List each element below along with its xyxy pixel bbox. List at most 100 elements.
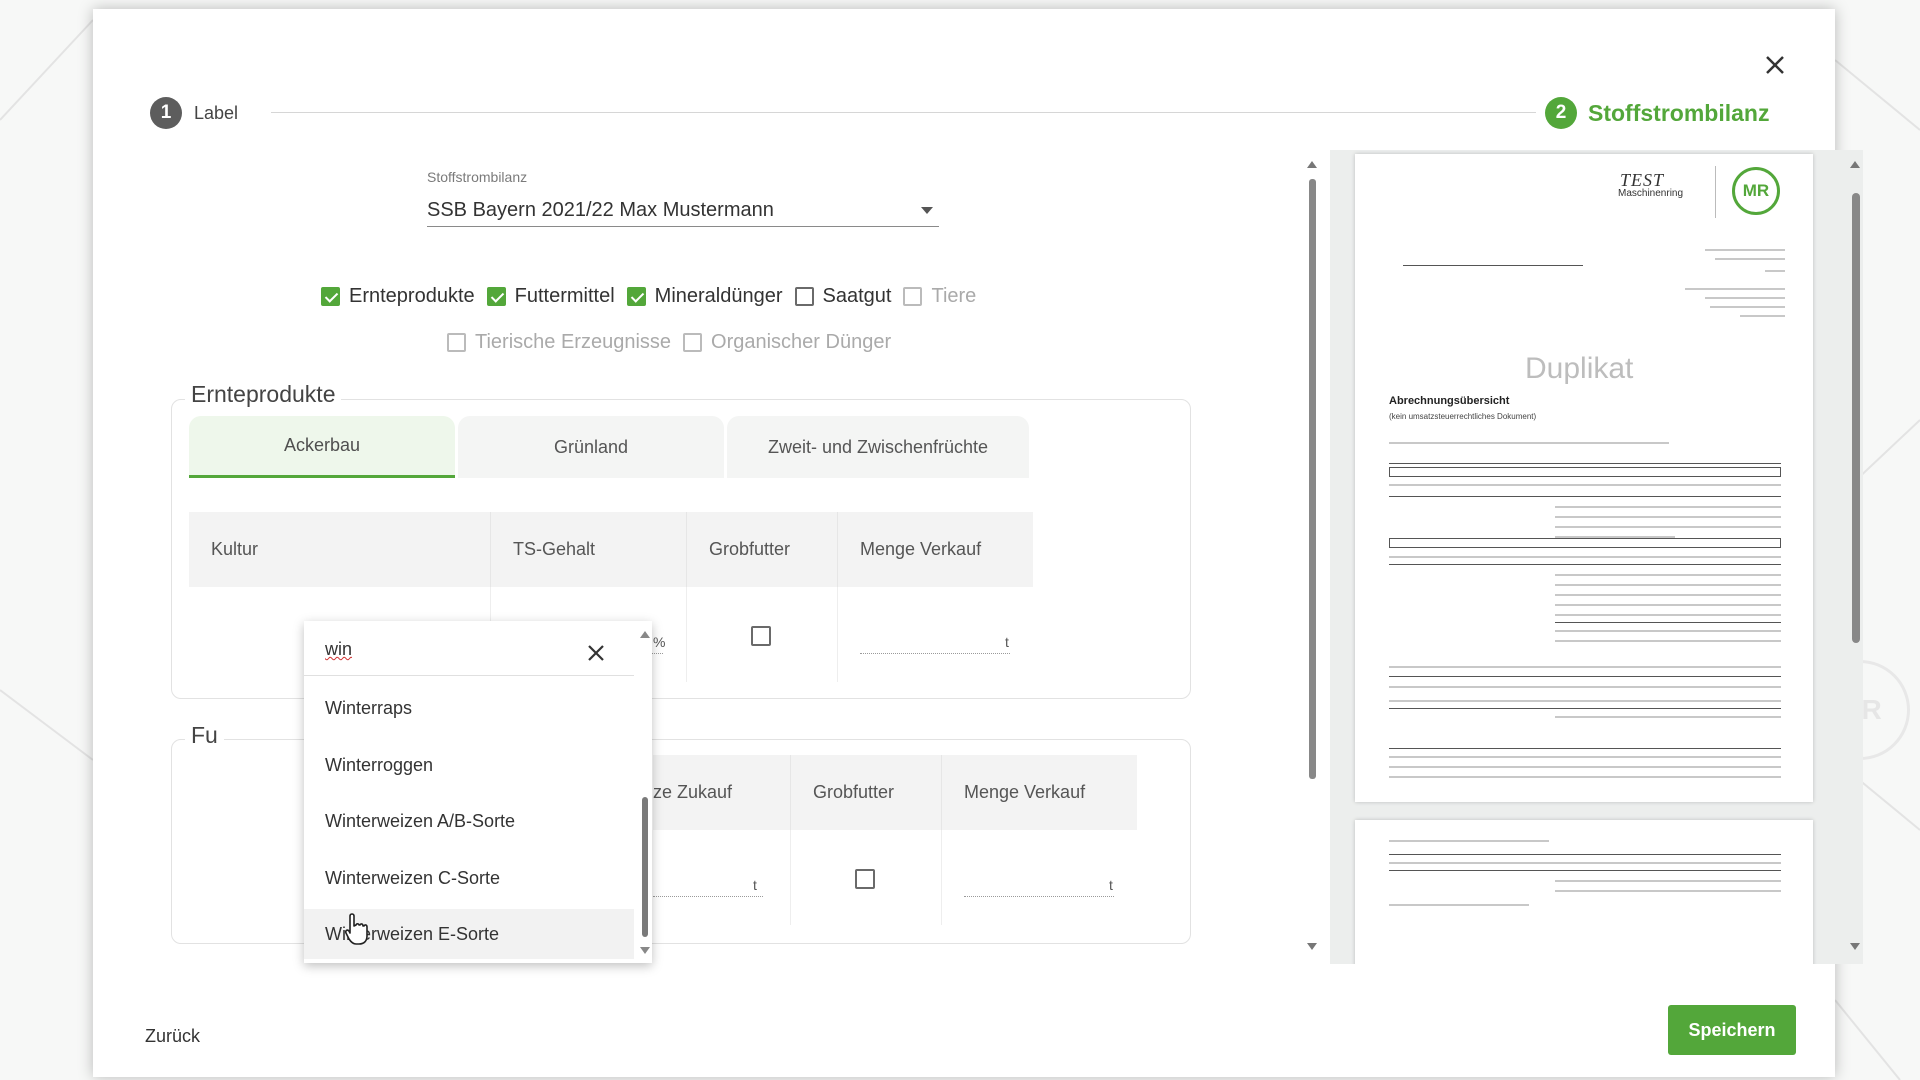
sender-line [1403,265,1583,266]
option-winterroggen[interactable]: Winterroggen [304,740,634,790]
clear-search-icon[interactable] [584,641,608,665]
duplikat-watermark: Duplikat [1525,352,1634,385]
tab-zweit-zwischenfruechte[interactable]: Zweit- und Zwischenfrüchte [727,416,1029,478]
address-line [1765,270,1785,272]
document-subtitle: (kein umsatzsteuerrechtliches Dokument) [1389,412,1537,421]
hand-cursor-icon [344,913,368,945]
unit-tonnes: t [753,877,757,893]
select-dropdown[interactable]: SSB Bayern 2021/22 Max Mustermann [427,195,939,227]
step-label[interactable]: 1 Label [150,97,238,129]
dropdown-scroll-thumb[interactable] [642,797,648,937]
unit-tonnes: t [1109,877,1113,893]
dropdown-scrollbar[interactable] [637,627,652,957]
table-rule [1389,463,1781,464]
scroll-up-icon[interactable] [640,631,650,638]
table-rule [1389,676,1781,677]
menge-verkauf-input[interactable] [964,877,1114,897]
preview-page-1: TEST Maschinenring MR Duplikat Abrechnun… [1355,154,1813,802]
search-divider [304,675,634,676]
checkbox-label: Tiere [931,285,977,307]
menge-verkauf-input[interactable] [860,634,1010,654]
checkbox-label: Mineraldünger [654,285,783,307]
grobfutter-cell [791,830,942,925]
table-line [1555,516,1781,518]
column-kultur: Kultur [189,512,491,587]
menge-zukauf-cell: t [653,830,791,925]
footer-line [1389,756,1781,758]
select-label: Stoffstrombilanz [427,169,528,185]
scroll-up-icon[interactable] [1850,161,1860,168]
kultur-search-input[interactable]: win [325,639,352,660]
tab-ackerbau[interactable]: Ackerbau [189,416,455,478]
grobfutter-checkbox[interactable] [751,626,771,646]
table-line [1555,604,1781,606]
table-line [1555,614,1781,616]
chevron-down-icon [921,207,933,214]
address-line [1710,306,1785,308]
column-menge-zukauf: ze Zukauf [653,755,791,830]
table-rule [1389,708,1781,709]
table-rule [1389,870,1781,871]
footer-rule [1389,748,1781,749]
preview-scroll-thumb[interactable] [1852,193,1860,643]
table-rule [1389,564,1781,565]
checkbox-tiere[interactable]: Tiere [903,285,976,308]
table-line [1555,506,1781,508]
category-checkboxes-row2: Tierische Erzeugnisse Organischer Dünger [447,331,903,354]
menge-verkauf-cell: t [942,830,1137,925]
scroll-up-icon[interactable] [1307,161,1317,168]
pdf-preview[interactable]: TEST Maschinenring MR Duplikat Abrechnun… [1330,150,1863,964]
preview-scrollbar[interactable] [1847,157,1863,957]
checkbox-label: Futtermittel [514,285,615,307]
checkbox-ernteprodukte[interactable]: Ernteprodukte [321,285,475,308]
option-winterweizen-ab[interactable]: Winterweizen A/B-Sorte [304,796,634,846]
checkbox-checked-icon [626,287,646,306]
section-title-futtermittel: Fu [185,722,224,749]
maschinenring-logo-text: Maschinenring [1618,188,1684,199]
table-header-box [1389,538,1781,548]
table-line [1555,574,1781,576]
checkbox-mineralduenger[interactable]: Mineraldünger [626,285,783,308]
scroll-down-icon[interactable] [1307,943,1317,950]
checkbox-label: Ernteprodukte [349,285,475,307]
scroll-down-icon[interactable] [1850,943,1860,950]
checkbox-futtermittel[interactable]: Futtermittel [486,285,615,308]
table-rule [1555,622,1781,623]
column-grobfutter: Grobfutter [791,755,942,830]
table-line [1389,686,1781,688]
menge-zukauf-input[interactable] [653,877,763,897]
step-stoffstrombilanz[interactable]: 2 Stoffstrombilanz [1545,97,1769,129]
checkbox-tierische-erzeugnisse[interactable]: Tierische Erzeugnisse [447,331,671,354]
table-line [1555,526,1781,528]
table-rule [1389,854,1781,855]
table-line [1389,700,1781,702]
ernteprodukte-table-header: Kultur TS-Gehalt Grobfutter Menge Verkau… [189,512,1033,587]
checkbox-organischer-duenger[interactable]: Organischer Dünger [683,331,891,354]
carryover-line [1389,840,1549,842]
table-line [1555,584,1781,586]
close-icon[interactable] [1759,49,1791,81]
scroll-down-icon[interactable] [640,947,650,954]
table-line [1555,716,1781,718]
category-checkboxes-row1: Ernteprodukte Futtermittel Mineraldünger… [321,285,988,308]
checkbox-checked-icon [321,287,340,306]
back-button[interactable]: Zurück [145,1026,200,1047]
document-title: Abrechnungsübersicht [1389,395,1510,407]
save-button[interactable]: Speichern [1668,1005,1796,1055]
form-scrollbar[interactable] [1304,157,1320,957]
grobfutter-checkbox[interactable] [855,869,875,889]
address-line [1740,315,1785,317]
option-winterweizen-c[interactable]: Winterweizen C-Sorte [304,853,634,903]
checkbox-label: Saatgut [822,285,892,307]
option-winterraps[interactable]: Winterraps [304,683,634,733]
form-scroll-thumb[interactable] [1309,179,1316,779]
address-line [1685,288,1785,290]
checkbox-unchecked-icon [794,287,814,306]
intro-line [1389,442,1669,444]
checkbox-saatgut[interactable]: Saatgut [794,285,892,308]
tab-gruenland[interactable]: Grünland [458,416,724,478]
column-grobfutter: Grobfutter [687,512,838,587]
address-line [1715,258,1785,260]
stepper-line [271,112,1536,113]
column-menge-verkauf: Menge Verkauf [964,782,1086,802]
